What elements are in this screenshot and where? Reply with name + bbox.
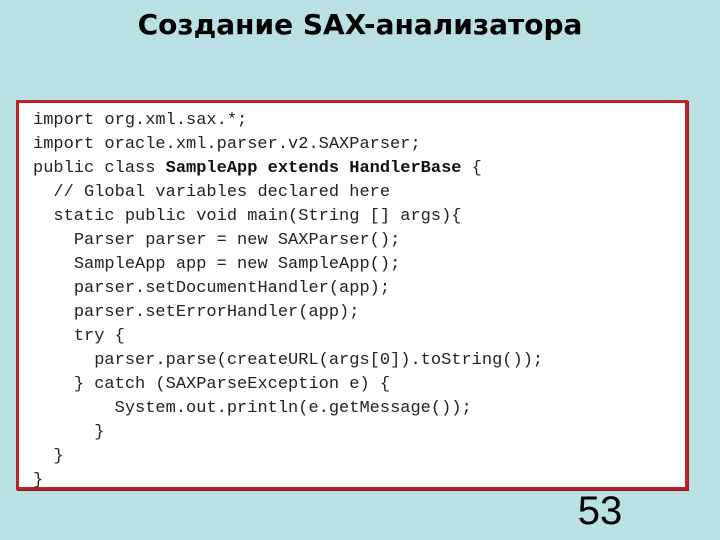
code-token: // Global variables declared here xyxy=(53,183,391,202)
code-line: } xyxy=(33,445,685,469)
code-line: try { xyxy=(33,325,685,349)
code-token: Parser parser = new SAXParser(); xyxy=(73,231,401,250)
code-token: } catch (SAXParseException e) { xyxy=(73,375,391,394)
slide-title: Создание SAX-анализатора xyxy=(137,8,583,41)
code-token: public class xyxy=(33,159,166,178)
code-line: } xyxy=(33,421,685,445)
code-token: { xyxy=(461,159,482,178)
code-line: Parser parser = new SAXParser(); xyxy=(33,229,685,253)
code-token: parser.setErrorHandler(app); xyxy=(73,303,360,322)
code-token: import org.xml.sax.*; xyxy=(33,111,248,130)
code-line: static public void main(String [] args){ xyxy=(33,205,685,229)
code-token: } xyxy=(94,423,105,442)
code-token: parser.parse(createURL(args[0]).toString… xyxy=(94,351,544,370)
code-token: SampleApp app = new SampleApp(); xyxy=(73,255,401,274)
code-line: public class SampleApp extends HandlerBa… xyxy=(33,157,685,181)
code-token: } xyxy=(33,471,44,490)
code-line: SampleApp app = new SampleApp(); xyxy=(33,253,685,277)
slide-number: 53 xyxy=(577,489,623,533)
code-line: parser.setDocumentHandler(app); xyxy=(33,277,685,301)
code-line: } catch (SAXParseException e) { xyxy=(33,373,685,397)
code-line: System.out.println(e.getMessage()); xyxy=(33,397,685,421)
code-token: static public void main(String [] args){ xyxy=(53,207,462,226)
code-listing: import org.xml.sax.*; import oracle.xml.p… xyxy=(16,100,688,490)
code-line: import org.xml.sax.*; xyxy=(33,109,685,133)
code-line: parser.setErrorHandler(app); xyxy=(33,301,685,325)
code-token: try { xyxy=(73,327,125,346)
code-token: System.out.println(e.getMessage()); xyxy=(114,399,472,418)
code-token: } xyxy=(53,447,64,466)
code-token: parser.setDocumentHandler(app); xyxy=(73,279,391,298)
code-line: import oracle.xml.parser.v2.SAXParser; xyxy=(33,133,685,157)
code-token: import oracle.xml.parser.v2.SAXParser; xyxy=(33,135,421,154)
code-token-bold: SampleApp extends HandlerBase xyxy=(165,159,462,178)
code-line: parser.parse(createURL(args[0]).toString… xyxy=(33,349,685,373)
code-line: // Global variables declared here xyxy=(33,181,685,205)
